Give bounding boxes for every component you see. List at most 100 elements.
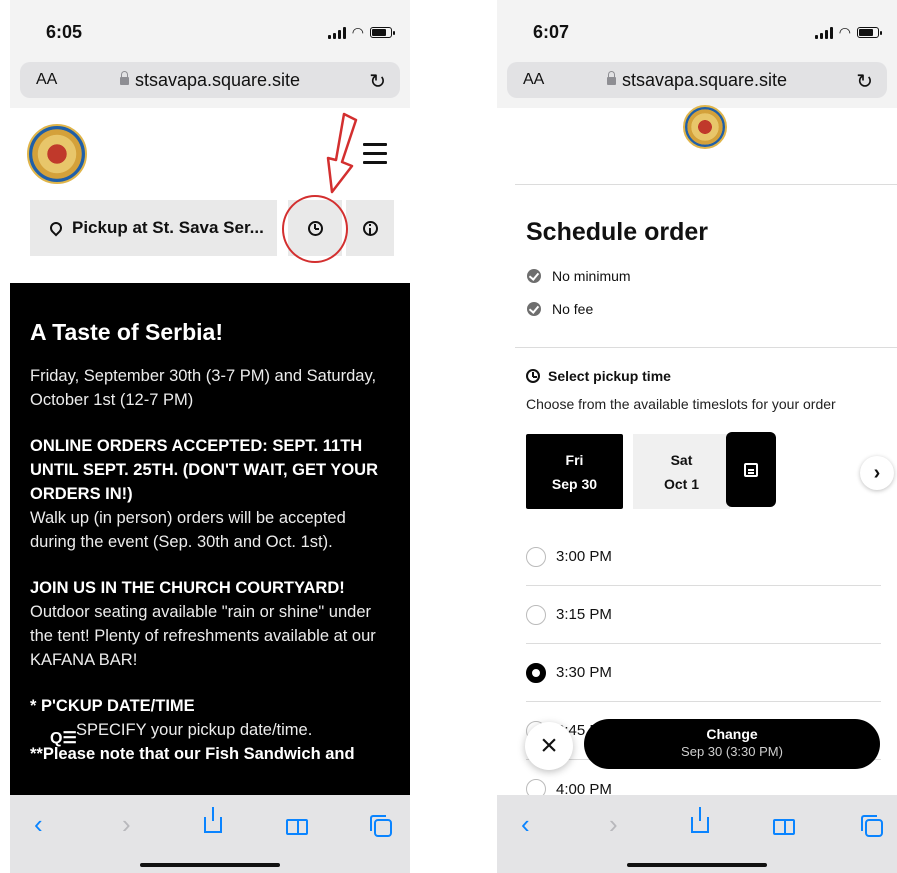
reload-icon[interactable]: ↻: [856, 69, 873, 94]
battery-icon: [857, 27, 882, 38]
calendar-button[interactable]: [726, 432, 776, 507]
courtyard-heading: JOIN US IN THE CHURCH COURTYARD!: [30, 579, 345, 597]
url-text: stsavapa.square.site: [621, 70, 788, 90]
menu-icon[interactable]: [363, 143, 387, 170]
tabs-icon[interactable]: [370, 815, 392, 837]
pickup-heading: * P'CKUP DATE/TIME: [30, 697, 195, 715]
date-option-fri[interactable]: Fri Sep 30: [526, 434, 623, 509]
time-slot[interactable]: 3:00 PM: [526, 528, 881, 586]
battery-icon: [370, 27, 395, 38]
date-date: Oct 1: [663, 476, 699, 492]
date-option-sat[interactable]: Sat Oct 1: [633, 434, 730, 509]
wifi-icon: ◠: [351, 24, 364, 40]
pickup-label: Pickup at St. Sava Ser...: [72, 218, 264, 237]
courtyard-text: Outdoor seating available "rain or shine…: [30, 603, 376, 669]
url-bar[interactable]: AA stsavapa.square.site ↻: [20, 62, 400, 98]
status-icons: ◠: [327, 24, 395, 41]
calendar-icon: [744, 462, 758, 477]
wifi-icon: ◠: [838, 24, 851, 40]
divider: [515, 184, 897, 185]
status-time: 6:05: [46, 22, 83, 42]
no-minimum-row: No minimum: [527, 268, 631, 284]
share-icon[interactable]: [204, 807, 222, 833]
date-day: Fri: [565, 452, 584, 468]
walk-up-text: Walk up (in person) orders will be accep…: [30, 509, 346, 551]
home-indicator: [627, 863, 767, 867]
event-description: A Taste of Serbia! Friday, September 30t…: [10, 283, 410, 873]
home-indicator: [140, 863, 280, 867]
url-bar[interactable]: AA stsavapa.square.site ↻: [507, 62, 887, 98]
signal-icon: [814, 26, 833, 39]
pickup-text: SPECIFY your pickup date/time.: [76, 721, 313, 739]
status-bar: 6:05 ◠: [10, 0, 410, 62]
forward-icon[interactable]: ›: [122, 809, 131, 840]
check-icon: [527, 302, 541, 316]
signal-icon: [327, 26, 346, 39]
lock-icon: [606, 71, 616, 85]
close-icon: ×: [540, 729, 558, 762]
radio-button[interactable]: [526, 546, 546, 567]
red-circle-annotation: [282, 195, 348, 263]
location-pin-icon: [47, 219, 65, 237]
event-heading: A Taste of Serbia!: [30, 319, 223, 345]
fish-note: **Please note that our Fish Sandwich and: [30, 745, 355, 763]
online-orders-heading: ONLINE ORDERS ACCEPTED: SEPT. 11TH UNTIL…: [30, 437, 379, 503]
browser-toolbar: ‹ ›: [10, 795, 410, 873]
reload-icon[interactable]: ↻: [369, 69, 386, 94]
info-icon: [362, 220, 378, 236]
time-label: 3:00 PM: [556, 548, 612, 565]
page-title: Schedule order: [526, 218, 708, 246]
back-icon[interactable]: ‹: [521, 809, 530, 840]
tabs-icon[interactable]: [861, 815, 883, 837]
change-schedule-button[interactable]: Change Sep 30 (3:30 PM): [584, 719, 880, 769]
phone-screen-right: 6:07 ◠ AA stsavapa.square.site ↻ Schedul…: [497, 0, 897, 873]
back-icon[interactable]: ‹: [34, 809, 43, 840]
bookmarks-icon[interactable]: [773, 819, 795, 835]
clock-icon: [526, 369, 540, 383]
status-icons: ◠: [814, 24, 882, 41]
select-pickup-subtitle: Choose from the available timeslots for …: [526, 396, 836, 412]
divider: [515, 347, 897, 348]
chevron-right-icon: ›: [873, 461, 881, 484]
find-on-page-icon[interactable]: Q☰: [50, 728, 77, 748]
check-label: No fee: [552, 301, 594, 317]
check-label: No minimum: [552, 268, 631, 284]
status-bar: 6:07 ◠: [497, 0, 897, 62]
pickup-section: * P'CKUP DATE/TIME SPECIFY your pickup da…: [30, 694, 394, 766]
radio-button-selected[interactable]: [526, 662, 546, 683]
info-button[interactable]: [346, 200, 394, 256]
change-label: Change: [706, 726, 758, 742]
time-slot[interactable]: 3:15 PM: [526, 586, 881, 644]
time-label: 3:15 PM: [556, 606, 612, 623]
radio-button[interactable]: [526, 604, 546, 625]
close-button[interactable]: ×: [525, 722, 573, 770]
time-slot-selected[interactable]: 3:30 PM: [526, 644, 881, 702]
online-orders-section: ONLINE ORDERS ACCEPTED: SEPT. 11TH UNTIL…: [30, 434, 394, 554]
url-text: stsavapa.square.site: [134, 70, 301, 90]
lock-icon: [119, 71, 129, 85]
no-fee-row: No fee: [527, 301, 593, 317]
browser-toolbar: ‹ ›: [497, 795, 897, 873]
select-pickup-label: Select pickup time: [548, 368, 671, 384]
browser-url-area: AA stsavapa.square.site ↻: [497, 62, 897, 108]
forward-icon[interactable]: ›: [609, 809, 618, 840]
share-icon[interactable]: [691, 807, 709, 833]
select-pickup-heading: Select pickup time: [526, 368, 671, 384]
browser-url-area: AA stsavapa.square.site ↻: [10, 62, 410, 108]
status-time: 6:07: [533, 22, 570, 42]
url-field[interactable]: stsavapa.square.site: [507, 70, 887, 91]
url-field[interactable]: stsavapa.square.site: [20, 70, 400, 91]
date-date: Sep 30: [551, 476, 598, 492]
date-day: Sat: [670, 452, 693, 468]
phone-screen-left: 6:05 ◠ AA stsavapa.square.site ↻ Pickup …: [10, 0, 410, 873]
courtyard-section: JOIN US IN THE CHURCH COURTYARD! Outdoor …: [30, 576, 394, 672]
bookmarks-icon[interactable]: [286, 819, 308, 835]
red-arrow-annotation: [326, 112, 358, 194]
event-dates: Friday, September 30th (3-7 PM) and Satu…: [30, 367, 377, 409]
check-icon: [527, 269, 541, 283]
change-sublabel: Sep 30 (3:30 PM): [681, 744, 783, 759]
church-logo[interactable]: [27, 124, 87, 184]
church-logo[interactable]: [683, 105, 727, 149]
pickup-location-button[interactable]: Pickup at St. Sava Ser...: [30, 200, 277, 256]
next-dates-button[interactable]: ›: [860, 456, 894, 490]
